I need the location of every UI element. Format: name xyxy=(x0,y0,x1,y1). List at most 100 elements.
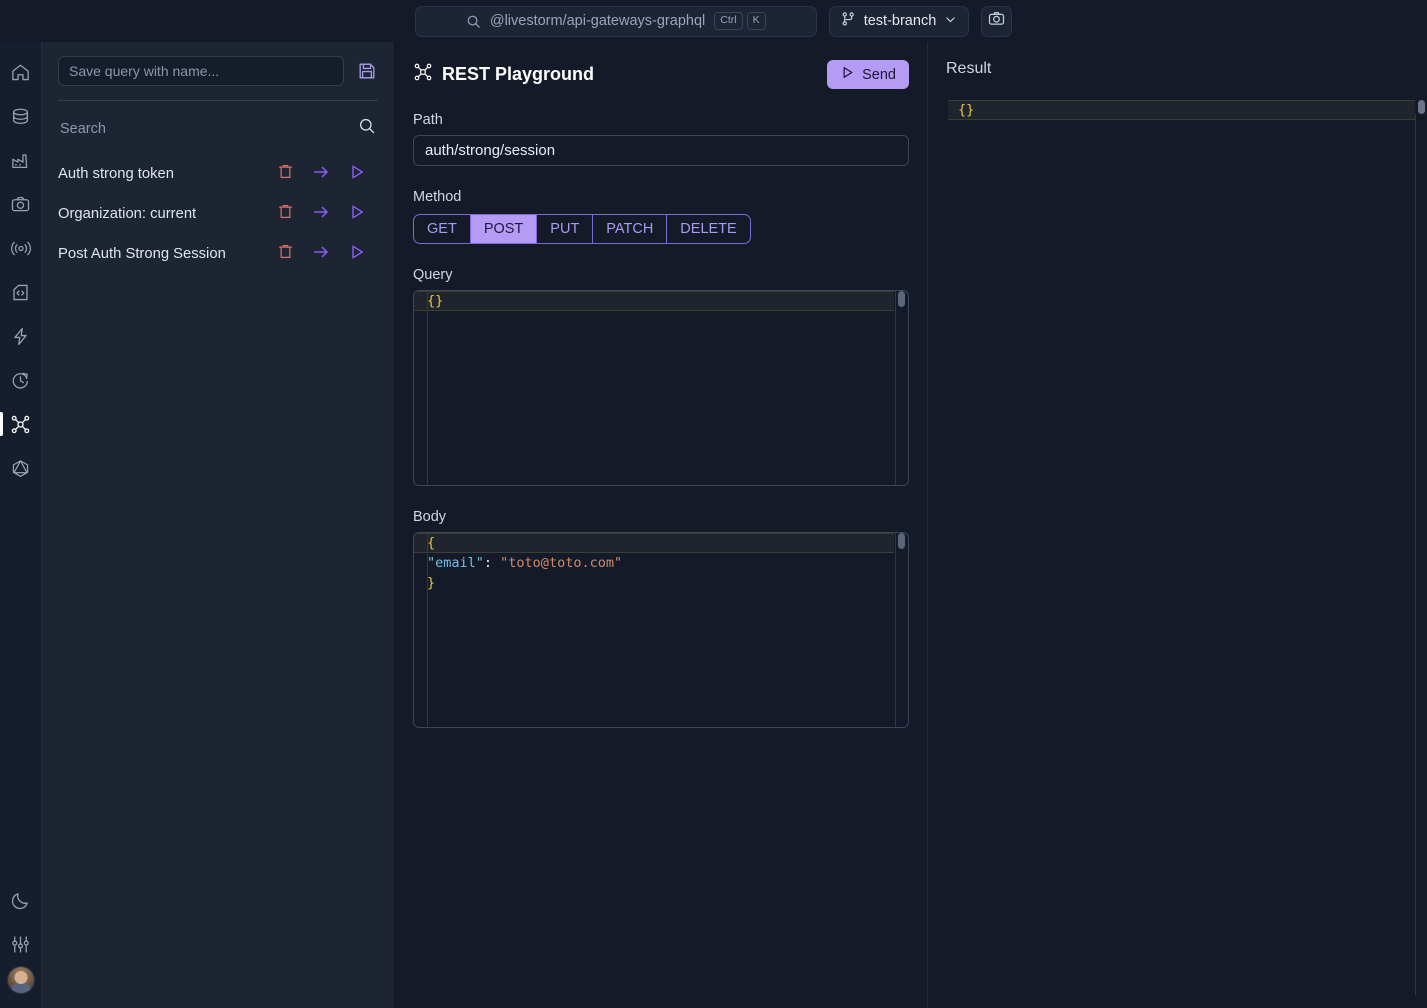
result-scrollbar[interactable] xyxy=(1415,100,1427,995)
query-scroll-thumb[interactable] xyxy=(898,291,905,307)
method-put[interactable]: PUT xyxy=(537,215,594,243)
saved-queries-panel: Auth strong token xyxy=(42,42,395,1008)
search-icon xyxy=(466,14,481,29)
sidebar-item-graphql[interactable] xyxy=(0,446,42,490)
play-icon[interactable] xyxy=(348,163,366,186)
database-icon xyxy=(10,106,31,127)
query-code: {} xyxy=(414,291,908,311)
result-code: {} xyxy=(928,100,1427,120)
sidebar-item-database[interactable] xyxy=(0,94,42,138)
query-scrollbar[interactable] xyxy=(895,291,908,485)
branch-selector[interactable]: test-branch xyxy=(828,5,970,37)
branch-icon xyxy=(841,11,856,31)
list-item[interactable]: Auth strong token xyxy=(58,154,378,194)
body-brace-open: { xyxy=(427,535,436,551)
lightning-icon xyxy=(10,326,31,347)
list-item[interactable]: Post Auth Strong Session xyxy=(58,234,378,274)
query-name: Post Auth Strong Session xyxy=(58,246,226,262)
body-key: "email" xyxy=(427,555,484,571)
sidebar-item-camera[interactable] xyxy=(0,182,42,226)
sidebar-item-dark-mode[interactable] xyxy=(0,878,42,922)
sidebar-item-settings[interactable] xyxy=(0,922,42,966)
result-panel: Result {} xyxy=(928,42,1427,1008)
history-icon xyxy=(10,370,31,391)
save-query-row xyxy=(58,56,378,86)
sidebar-item-history[interactable] xyxy=(0,358,42,402)
path-input[interactable] xyxy=(413,135,909,166)
query-editor[interactable]: {} xyxy=(413,290,909,486)
kbd-ctrl: Ctrl xyxy=(714,12,743,30)
avatar[interactable] xyxy=(6,966,35,994)
trash-icon[interactable] xyxy=(277,243,294,265)
method-selector: GET POST PUT PATCH DELETE xyxy=(413,214,751,244)
sliders-icon xyxy=(10,934,31,955)
camera-icon xyxy=(988,10,1005,32)
result-scroll-thumb[interactable] xyxy=(1418,100,1425,114)
main-body: Auth strong token xyxy=(0,42,1427,1008)
body-scroll-track xyxy=(895,533,896,727)
play-icon[interactable] xyxy=(348,243,366,266)
method-label: Method xyxy=(413,189,462,205)
query-scroll-track xyxy=(895,291,896,485)
page-title-label: REST Playground xyxy=(442,64,595,84)
network-icon xyxy=(10,414,31,435)
sidebar-item-factory[interactable] xyxy=(0,138,42,182)
arrow-right-icon[interactable] xyxy=(312,163,330,186)
method-delete[interactable]: DELETE xyxy=(667,215,749,243)
trash-icon[interactable] xyxy=(277,203,294,225)
sidebar-item-rest-playground[interactable] xyxy=(0,402,42,446)
query-name: Organization: current xyxy=(58,206,197,222)
query-actions xyxy=(277,243,378,266)
body-label: Body xyxy=(413,509,447,525)
save-query-button[interactable] xyxy=(356,60,378,82)
saved-query-list: Auth strong token Organization: current … xyxy=(58,154,378,274)
body-editor[interactable]: { "email": "toto@toto.com" } xyxy=(413,532,909,728)
query-search-row xyxy=(58,101,378,154)
search-shortcut: Ctrl K xyxy=(714,12,766,30)
global-search-value: @livestorm/api-gateways-graphql xyxy=(489,13,706,29)
query-indent-guide xyxy=(427,291,428,485)
page-title: REST Playground xyxy=(413,62,594,87)
camera-icon xyxy=(10,194,31,215)
screenshot-button[interactable] xyxy=(981,5,1013,37)
network-icon xyxy=(413,62,433,87)
result-editor[interactable]: {} xyxy=(928,100,1427,995)
result-code-text: {} xyxy=(958,102,975,118)
body-scrollbar[interactable] xyxy=(895,533,908,727)
factory-icon xyxy=(10,150,31,171)
icon-rail xyxy=(0,42,42,1008)
method-patch[interactable]: PATCH xyxy=(593,215,668,243)
query-label: Query xyxy=(413,267,453,283)
search-icon[interactable] xyxy=(358,117,376,140)
send-button[interactable]: Send xyxy=(827,60,909,89)
body-colon: : xyxy=(483,555,501,571)
rest-playground-panel: REST Playground Send Path Method GET POS… xyxy=(395,42,928,1008)
list-item[interactable]: Organization: current xyxy=(58,194,378,234)
result-scroll-track xyxy=(1415,114,1416,995)
arrow-right-icon[interactable] xyxy=(312,243,330,266)
query-actions xyxy=(277,203,378,226)
play-icon[interactable] xyxy=(348,203,366,226)
trash-icon[interactable] xyxy=(277,163,294,185)
query-search-input[interactable] xyxy=(60,120,358,137)
sidebar-item-lightning[interactable] xyxy=(0,314,42,358)
query-actions xyxy=(277,163,378,186)
body-scroll-thumb[interactable] xyxy=(898,533,905,549)
sidebar-item-code-file[interactable] xyxy=(0,270,42,314)
body-code: { "email": "toto@toto.com" } xyxy=(414,533,908,593)
sidebar-item-home[interactable] xyxy=(0,50,42,94)
query-name: Auth strong token xyxy=(58,166,174,182)
play-icon xyxy=(840,65,855,84)
method-post[interactable]: POST xyxy=(470,215,538,243)
global-search[interactable]: @livestorm/api-gateways-graphql Ctrl K xyxy=(414,5,817,37)
playground-header: REST Playground Send xyxy=(413,60,909,89)
path-label: Path xyxy=(413,112,443,128)
branch-label: test-branch xyxy=(863,13,937,29)
body-brace-close: } xyxy=(427,575,436,591)
code-file-icon xyxy=(10,282,31,303)
save-query-input[interactable] xyxy=(58,56,344,86)
sidebar-item-broadcast[interactable] xyxy=(0,226,42,270)
method-get[interactable]: GET xyxy=(414,215,471,243)
arrow-right-icon[interactable] xyxy=(312,203,330,226)
send-button-label: Send xyxy=(862,66,896,83)
